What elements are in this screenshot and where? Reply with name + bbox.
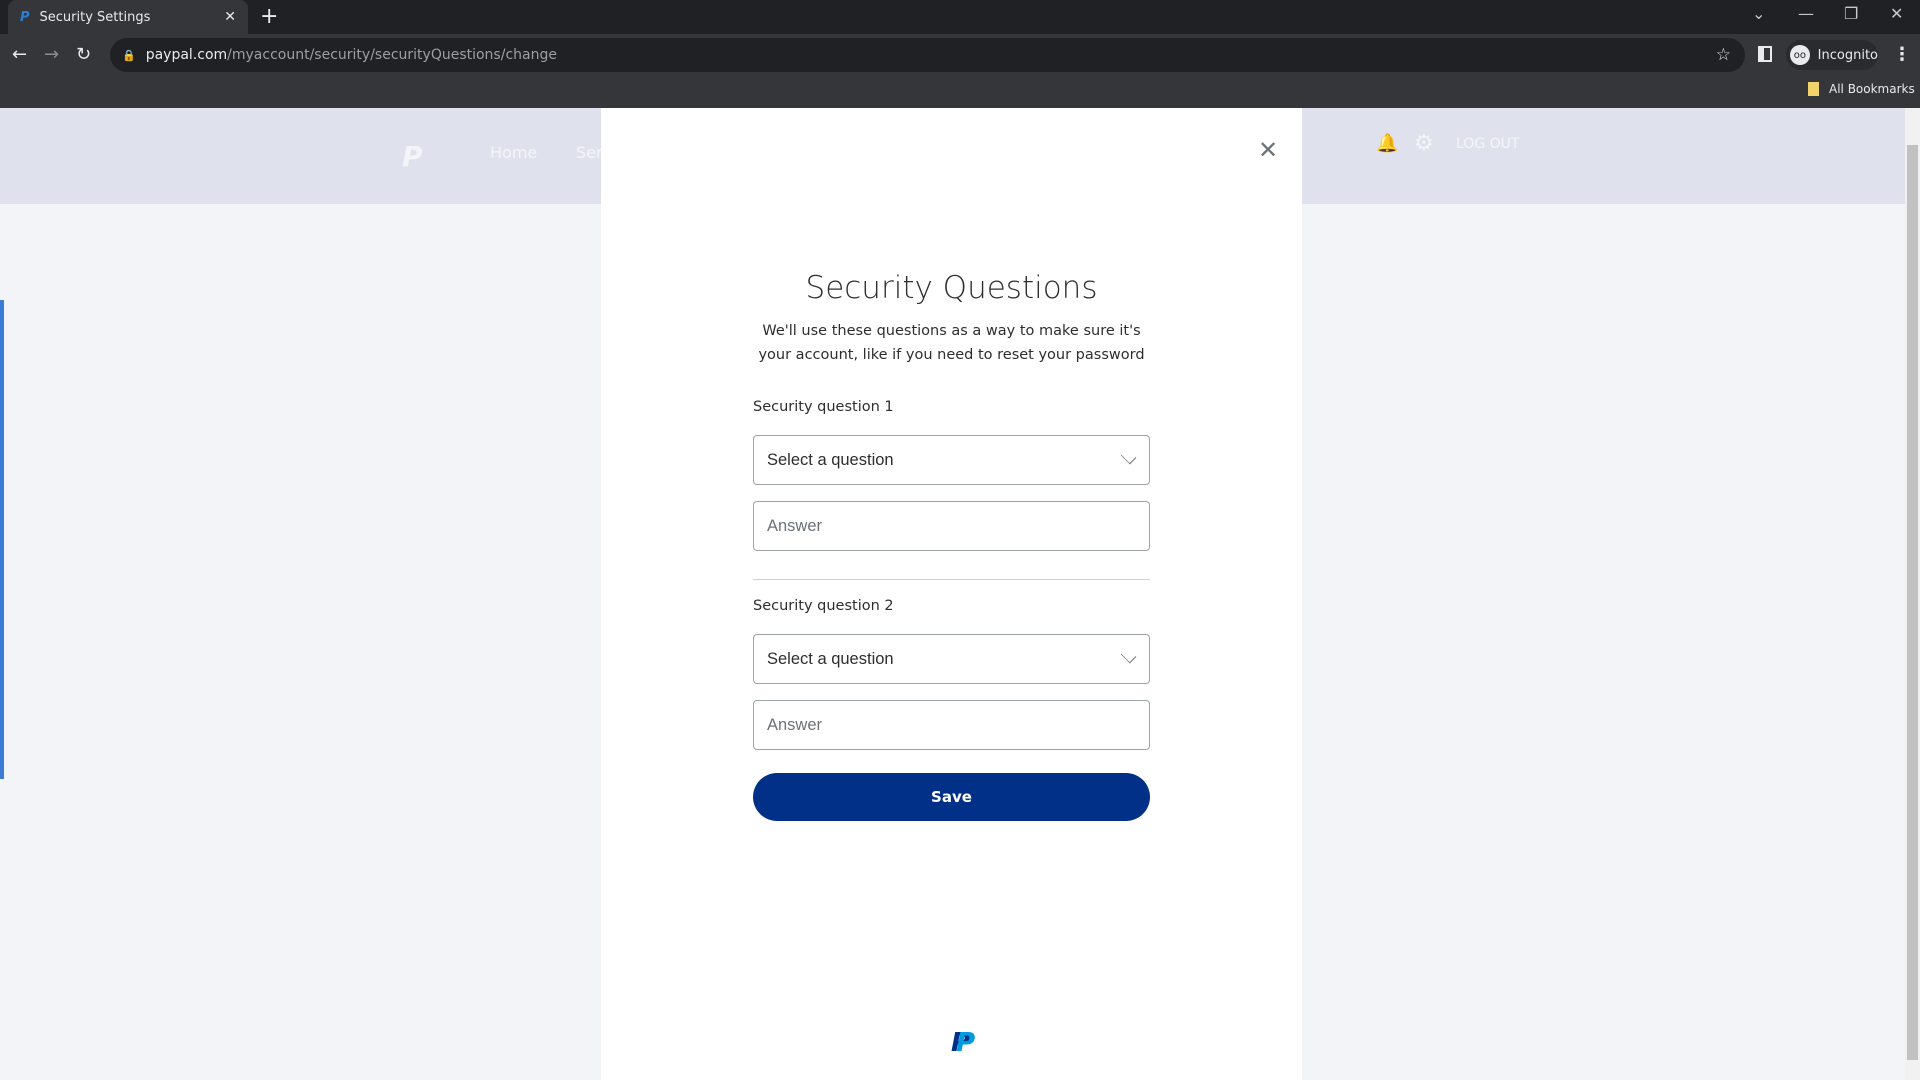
incognito-icon: oo (1790, 45, 1810, 65)
new-tab-icon[interactable]: + (260, 4, 278, 29)
back-icon[interactable]: ← (12, 44, 27, 65)
logout-link[interactable]: LOG OUT (1456, 136, 1519, 152)
lock-icon: 🔒 (122, 48, 136, 62)
left-accent-bar (0, 300, 4, 779)
minimize-icon[interactable]: — (1798, 4, 1814, 23)
answer-1-input[interactable]: Answer (753, 501, 1150, 551)
browser-tab[interactable]: P Security Settings ✕ (8, 0, 248, 34)
question-1-select-value: Select a question (767, 450, 894, 469)
side-panel-icon[interactable] (1758, 46, 1772, 62)
browser-menu-icon[interactable]: ⋮ (1893, 44, 1911, 65)
modal-subtitle: We'll use these questions as a way to ma… (758, 323, 1145, 363)
tab-title: Security Settings (39, 9, 151, 25)
modal-title: Security Questions (805, 270, 1098, 306)
tab-search-icon[interactable]: ⌄ (1752, 4, 1765, 23)
question-2-label: Security question 2 (753, 598, 894, 614)
chevron-down-icon (1120, 448, 1137, 465)
tab-close-icon[interactable]: ✕ (224, 9, 236, 25)
paypal-logo-icon[interactable]: P (402, 140, 423, 173)
window-close-icon[interactable]: ✕ (1890, 4, 1903, 23)
question-2-select[interactable]: Select a question (753, 634, 1150, 684)
reload-icon[interactable]: ↻ (76, 44, 91, 65)
all-bookmarks-button[interactable]: All Bookmarks (1808, 82, 1915, 96)
paypal-favicon-icon: P (20, 9, 30, 25)
question-1-label: Security question 1 (753, 399, 894, 415)
answer-2-input[interactable]: Answer (753, 700, 1150, 750)
divider (753, 579, 1150, 580)
gear-icon[interactable]: ⚙ (1414, 131, 1434, 156)
paypal-logo-icon: PP (951, 1028, 976, 1058)
scrollbar-thumb[interactable] (1907, 145, 1918, 1060)
save-button[interactable]: Save (753, 773, 1150, 821)
bookmarks-label: All Bookmarks (1829, 82, 1915, 96)
answer-2-placeholder: Answer (767, 715, 823, 734)
question-2-select-value: Select a question (767, 649, 894, 668)
folder-icon (1808, 82, 1819, 96)
bookmark-star-icon[interactable]: ☆ (1716, 45, 1731, 65)
security-questions-modal (601, 108, 1302, 1080)
address-bar[interactable]: 🔒 paypal.com /myaccount/security/securit… (110, 38, 1745, 72)
tab-strip (0, 0, 1920, 34)
incognito-profile-button[interactable]: oo Incognito (1786, 40, 1878, 70)
restore-icon[interactable]: ❐ (1844, 4, 1858, 23)
forward-icon[interactable]: → (44, 44, 59, 65)
question-1-select[interactable]: Select a question (753, 435, 1150, 485)
nav-send[interactable]: Ser (576, 143, 603, 162)
modal-close-icon[interactable]: ✕ (1258, 136, 1278, 164)
answer-1-placeholder: Answer (767, 516, 823, 535)
url-host: paypal.com (145, 47, 228, 63)
url-path: /myaccount/security/securityQuestions/ch… (227, 47, 557, 63)
chevron-down-icon (1120, 647, 1137, 664)
bell-icon[interactable]: 🔔 (1376, 133, 1398, 154)
nav-home[interactable]: Home (490, 143, 537, 162)
profile-label: Incognito (1817, 47, 1878, 63)
